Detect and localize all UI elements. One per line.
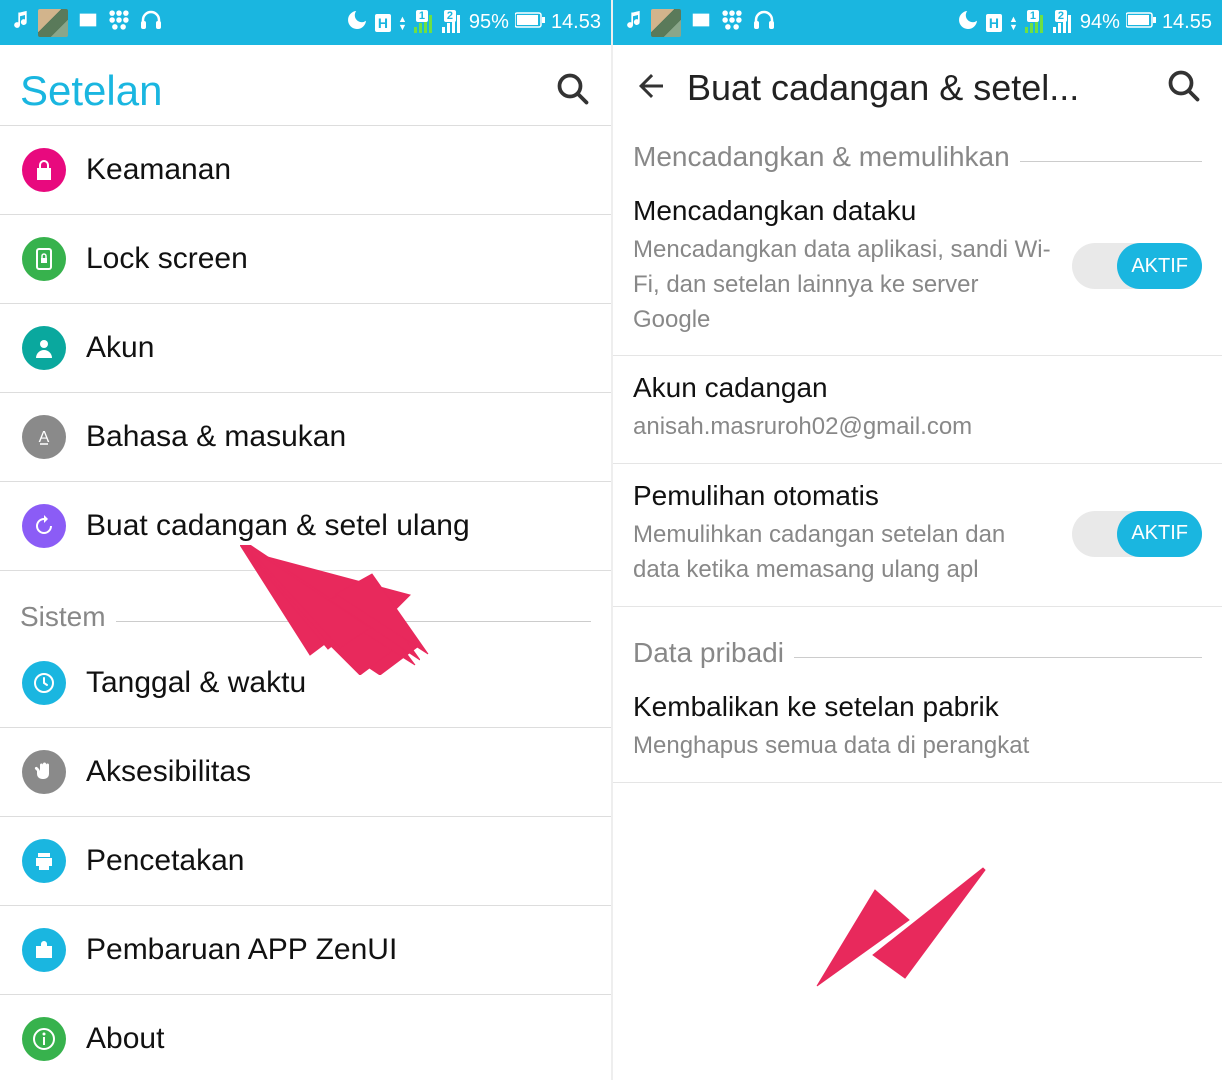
network-type-badge: H: [375, 14, 391, 32]
clock-icon: [22, 661, 66, 705]
row-label: Pembaruan APP ZenUI: [86, 933, 397, 967]
divider: [1020, 161, 1202, 162]
setting-subtitle: Mencadangkan data aplikasi, sandi Wi-Fi,…: [633, 233, 1056, 337]
setting-subtitle: Menghapus semua data di perangkat: [633, 729, 1202, 764]
right-screenshot: H ▲▼ 1 2 94% 14.55 Buat cadangan & setel…: [611, 0, 1222, 1080]
person-icon: [22, 326, 66, 370]
print-icon: [22, 839, 66, 883]
page-title: Setelan: [20, 67, 537, 115]
settings-row-lockscreen[interactable]: Lock screen: [0, 215, 611, 304]
settings-row-pencetakan[interactable]: Pencetakan: [0, 817, 611, 906]
hand-icon: [22, 750, 66, 794]
section-header-personal-data: Data pribadi: [613, 607, 1222, 675]
picture-icon: [689, 9, 713, 37]
settings-row-zenui-update[interactable]: Pembaruan APP ZenUI: [0, 906, 611, 995]
sim2-signal-icon: 2: [441, 13, 463, 33]
app-thumbnail-icon: [651, 9, 681, 37]
battery-percent: 95%: [469, 11, 509, 34]
data-arrows-icon: ▲▼: [1009, 15, 1018, 31]
setting-title: Akun cadangan: [633, 372, 1202, 404]
settings-row-tanggal[interactable]: Tanggal & waktu: [0, 639, 611, 728]
settings-row-keamanan[interactable]: Keamanan: [0, 125, 611, 215]
section-header-backup-restore: Mencadangkan & memulihkan: [613, 119, 1222, 179]
toggle-switch[interactable]: AKTIF: [1072, 243, 1202, 289]
row-label: Akun: [86, 331, 154, 365]
data-arrows-icon: ▲▼: [398, 15, 407, 31]
battery-percent: 94%: [1080, 11, 1120, 34]
app-header: Buat cadangan & setel...: [613, 45, 1222, 119]
settings-row-backup-reset[interactable]: Buat cadangan & setel ulang: [0, 482, 611, 571]
setting-factory-reset[interactable]: Kembalikan ke setelan pabrik Menghapus s…: [613, 675, 1222, 783]
search-icon[interactable]: [555, 71, 591, 112]
left-screenshot: H ▲▼ 1 2 95% 14.53 Setelan Keamanan Lock…: [0, 0, 611, 1080]
headphones-icon: [138, 8, 164, 38]
search-icon[interactable]: [1166, 68, 1202, 109]
bbm-icon: [108, 9, 130, 37]
setting-title: Kembalikan ke setelan pabrik: [633, 691, 1202, 723]
app-header: Setelan: [0, 45, 611, 125]
toggle-switch[interactable]: AKTIF: [1072, 511, 1202, 557]
row-label: Lock screen: [86, 242, 248, 276]
settings-row-bahasa[interactable]: A Bahasa & masukan: [0, 393, 611, 482]
setting-subtitle: anisah.masruroh02@gmail.com: [633, 410, 1202, 445]
headphones-icon: [751, 8, 777, 38]
clock-time: 14.53: [551, 11, 601, 34]
lockscreen-icon: [22, 237, 66, 281]
settings-list: Keamanan Lock screen Akun A Bahasa & mas…: [0, 125, 611, 1080]
status-bar: H ▲▼ 1 2 94% 14.55: [613, 0, 1222, 45]
section-title: Mencadangkan & memulihkan: [633, 141, 1010, 173]
sim2-signal-icon: 2: [1052, 13, 1074, 33]
toggle-state: AKTIF: [1117, 511, 1202, 557]
row-label: Buat cadangan & setel ulang: [86, 509, 470, 543]
row-label: Pencetakan: [86, 844, 244, 878]
dnd-moon-icon: [956, 8, 980, 38]
page-title: Buat cadangan & setel...: [687, 67, 1148, 109]
row-label: Aksesibilitas: [86, 755, 251, 789]
restore-icon: [22, 504, 66, 548]
divider: [116, 621, 591, 622]
picture-icon: [76, 9, 100, 37]
row-label: Keamanan: [86, 153, 231, 187]
setting-subtitle: Memulihkan cadangan setelan dan data ket…: [633, 518, 1056, 588]
section-title: Sistem: [20, 601, 106, 633]
row-label: Tanggal & waktu: [86, 666, 306, 700]
app-thumbnail-icon: [38, 9, 68, 37]
network-type-badge: H: [986, 14, 1002, 32]
section-title: Data pribadi: [633, 637, 784, 669]
back-icon[interactable]: [633, 68, 669, 109]
setting-auto-restore[interactable]: Pemulihan otomatis Memulihkan cadangan s…: [613, 464, 1222, 607]
battery-icon: [515, 11, 545, 35]
settings-row-about[interactable]: About: [0, 995, 611, 1080]
sim1-signal-icon: 1: [413, 13, 435, 33]
setting-backup-account[interactable]: Akun cadangan anisah.masruroh02@gmail.co…: [613, 356, 1222, 464]
setting-title: Pemulihan otomatis: [633, 480, 1056, 512]
status-bar: H ▲▼ 1 2 95% 14.53: [0, 0, 611, 45]
toggle-state: AKTIF: [1117, 243, 1202, 289]
settings-row-aksesibilitas[interactable]: Aksesibilitas: [0, 728, 611, 817]
battery-icon: [1126, 11, 1156, 35]
dnd-moon-icon: [345, 8, 369, 38]
backup-list: Mencadangkan & memulihkan Mencadangkan d…: [613, 119, 1222, 1080]
bbm-icon: [721, 9, 743, 37]
clock-time: 14.55: [1162, 11, 1212, 34]
setting-backup-my-data[interactable]: Mencadangkan dataku Mencadangkan data ap…: [613, 179, 1222, 356]
sim1-signal-icon: 1: [1024, 13, 1046, 33]
info-icon: [22, 1017, 66, 1061]
divider: [794, 657, 1202, 658]
lock-icon: [22, 148, 66, 192]
setting-title: Mencadangkan dataku: [633, 195, 1056, 227]
bag-icon: [22, 928, 66, 972]
row-label: Bahasa & masukan: [86, 420, 346, 454]
music-icon: [10, 9, 30, 37]
music-icon: [623, 9, 643, 37]
row-label: About: [86, 1022, 164, 1056]
settings-row-akun[interactable]: Akun: [0, 304, 611, 393]
section-header-sistem: Sistem: [0, 571, 611, 639]
language-icon: A: [22, 415, 66, 459]
